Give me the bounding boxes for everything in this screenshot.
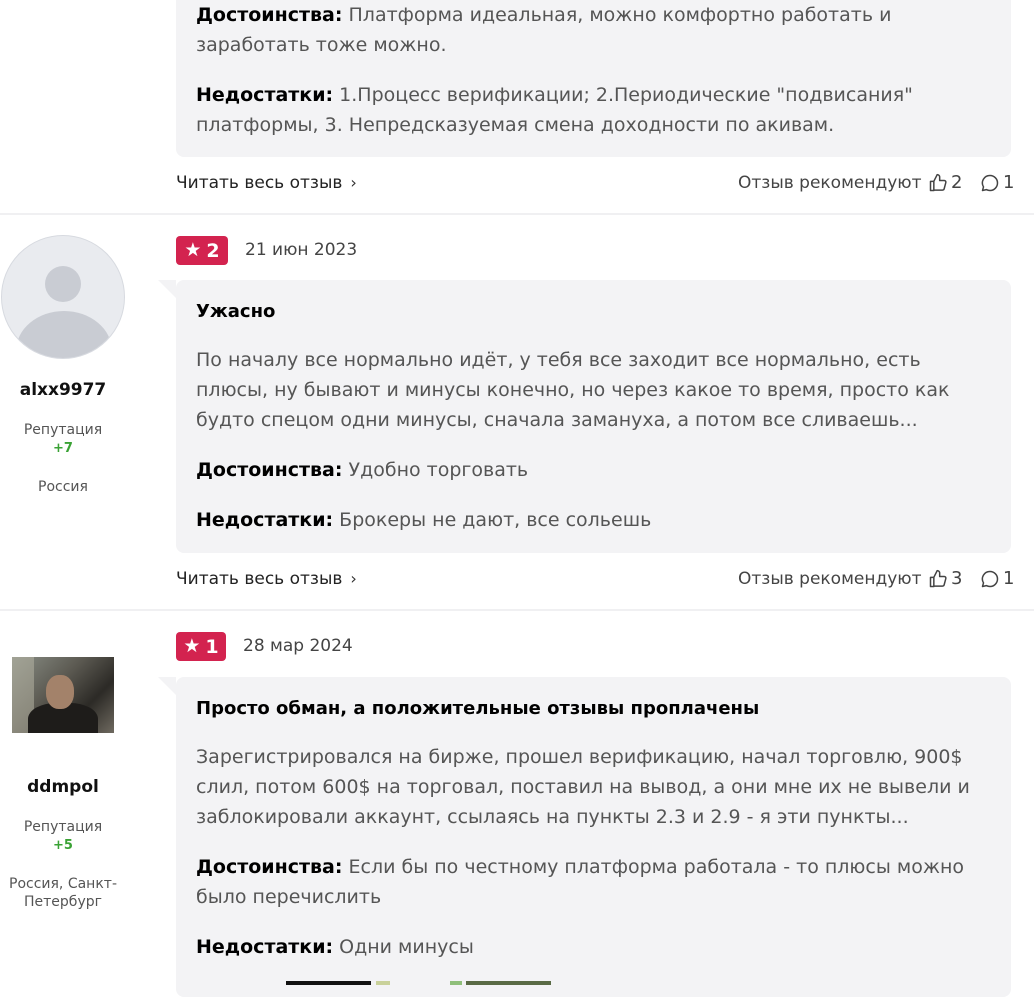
reputation-label: Репутация [23, 422, 103, 438]
review-photo-thumbnail[interactable] [466, 981, 551, 985]
review-cons: Недостатки: Брокеры не дают, все сольешь [196, 509, 652, 531]
rating-value: 2 [206, 239, 220, 262]
thumbs-up-icon [928, 569, 948, 589]
review-title[interactable]: Просто обман, а положительные отзывы про… [196, 698, 759, 719]
user-avatar[interactable] [1, 235, 125, 359]
review-body: По началу все нормально идёт, у тебя все… [196, 349, 950, 431]
comments-count: 1 [1003, 172, 1015, 193]
reputation-label: Репутация [23, 819, 103, 835]
review-photo-thumbnail[interactable] [450, 981, 462, 985]
username-link[interactable]: alxx9977 [0, 380, 126, 400]
user-location: Россия, Санкт-Петербург [9, 876, 117, 910]
like-button[interactable]: 2 [928, 172, 962, 193]
likes-count: 3 [951, 568, 963, 589]
rating-badge: ★ 2 [176, 236, 228, 265]
review-photo-thumbnail[interactable] [376, 981, 390, 985]
reputation-value: +7 [53, 441, 73, 456]
likes-count: 2 [951, 172, 963, 193]
review-date: 28 мар 2024 [243, 636, 353, 656]
review-card: Ужасно По началу все нормально идёт, у т… [176, 280, 1011, 553]
thumbs-up-icon [928, 173, 948, 193]
chevron-right-icon: › [350, 173, 357, 192]
review-recommend-label: Отзыв рекомендуют [738, 173, 922, 193]
review-divider [0, 213, 1034, 215]
review-cons: Недостатки: Одни минусы [196, 936, 474, 958]
comment-icon [980, 173, 1000, 193]
chevron-right-icon: › [350, 569, 357, 588]
review-date: 21 июн 2023 [245, 240, 358, 260]
read-full-review-link[interactable]: Читать весь отзыв › [176, 173, 357, 193]
star-icon: ★ [184, 239, 202, 261]
user-avatar[interactable] [12, 657, 114, 733]
star-icon: ★ [183, 635, 201, 657]
card-pointer [158, 677, 176, 695]
review-body: Зарегистрировался на бирже, прошел вериф… [196, 746, 970, 828]
comments-button[interactable]: 1 [980, 172, 1014, 193]
comments-count: 1 [1003, 568, 1015, 589]
review-photo-thumbnail[interactable] [286, 981, 371, 985]
review-cons: Недостатки: 1.Процесс верификации; 2.Пер… [196, 84, 913, 136]
rating-value: 1 [205, 635, 219, 658]
read-full-review-link[interactable]: Читать весь отзыв › [176, 569, 357, 589]
default-avatar-icon [45, 266, 81, 302]
review-pros: Достоинства: Удобно торговать [196, 459, 529, 481]
like-button[interactable]: 3 [928, 568, 962, 589]
review-pros: Достоинства: Платформа идеальная, можно … [196, 4, 892, 56]
comment-icon [980, 569, 1000, 589]
card-pointer [158, 280, 176, 298]
review-photos[interactable] [196, 981, 556, 985]
review-title[interactable]: Ужасно [196, 301, 275, 322]
user-location: Россия [38, 479, 88, 495]
review-recommend-label: Отзыв рекомендуют [738, 569, 922, 589]
review-pros: Достоинства: Если бы по честному платфор… [196, 856, 965, 908]
comments-button[interactable]: 1 [980, 568, 1014, 589]
username-link[interactable]: ddmpol [0, 777, 126, 797]
review-card: Достоинства: Платформа идеальная, можно … [176, 0, 1011, 157]
review-card: Просто обман, а положительные отзывы про… [176, 677, 1011, 997]
reputation-value: +5 [53, 838, 73, 853]
rating-badge: ★ 1 [176, 632, 226, 661]
review-divider [0, 609, 1034, 611]
